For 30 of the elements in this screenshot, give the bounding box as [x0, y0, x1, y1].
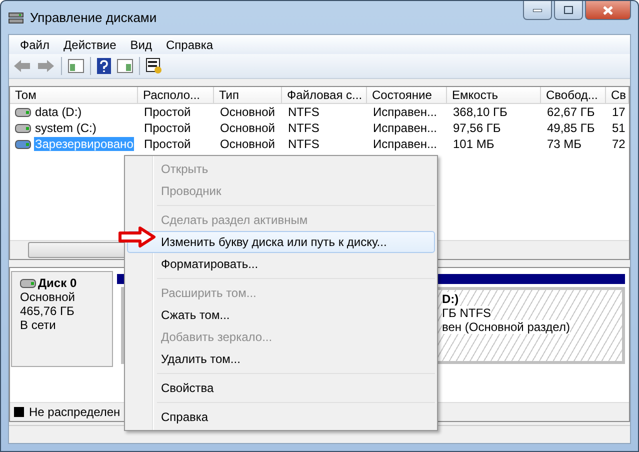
table-cell: 368,10 ГБ [452, 105, 508, 119]
disk-size: 465,76 ГБ [20, 304, 76, 318]
table-cell: 17 [611, 105, 626, 119]
table-cell: Основной [219, 137, 276, 151]
disk-status: В сети [20, 318, 57, 332]
disk-type: Основной [20, 290, 76, 304]
table-cell: NTFS [287, 121, 320, 135]
window-title: Управление дисками [30, 10, 157, 25]
table-cell: 49,85 ГБ [546, 121, 596, 135]
table-cell: 72 [611, 137, 626, 151]
table-cell: Основной [219, 121, 276, 135]
table-cell: Простой [143, 121, 192, 135]
table-cell: Основной [219, 105, 276, 119]
disk-name: Диск 0 [20, 276, 112, 290]
table-cell: Простой [143, 105, 192, 119]
table-cell: 101 МБ [452, 137, 496, 151]
table-cell: Простой [143, 137, 192, 151]
table-cell: NTFS [287, 105, 320, 119]
table-cell: 51 [611, 121, 626, 135]
partition-label: вен (Основной раздел) [442, 320, 570, 334]
table-cell: 62,67 ГБ [546, 105, 596, 119]
table-cell: 97,56 ГБ [452, 121, 502, 135]
partition-label: ГБ NTFS [442, 306, 492, 320]
table-cell: Исправен... [372, 137, 438, 151]
table-cell: Исправен... [372, 105, 438, 119]
legend-label: Не распределен [29, 405, 120, 419]
partition-label: D:) [442, 292, 459, 306]
table-cell: 73 МБ [546, 137, 583, 151]
table-cell: Исправен... [372, 121, 438, 135]
table-cell: NTFS [287, 137, 320, 151]
